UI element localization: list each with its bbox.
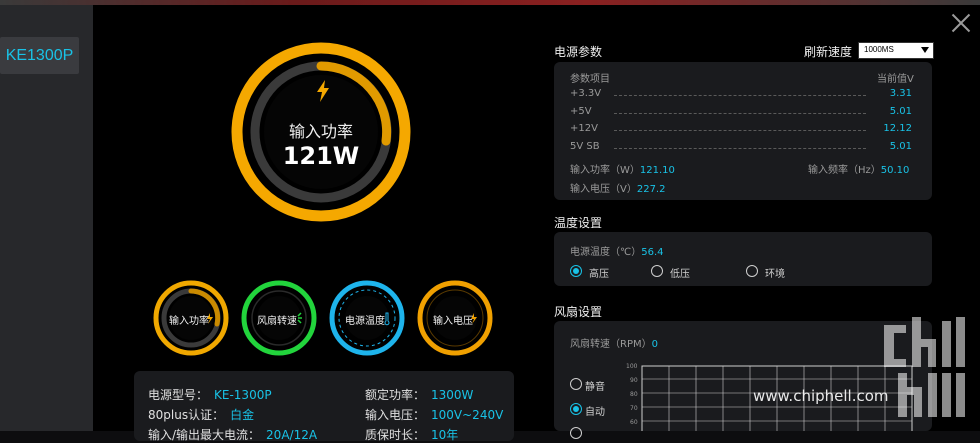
rated-power-row: 额定功率： 1300W: [365, 386, 473, 403]
fan-curve-y-tick: 100: [626, 363, 638, 370]
temp-option-low-radio[interactable]: [651, 265, 663, 277]
bolt-icon: [317, 80, 329, 102]
temp-option-ambient-radio[interactable]: [746, 265, 758, 277]
param-value: 12.12: [883, 123, 912, 134]
cert-row: 80plus认证： 白金: [148, 406, 254, 423]
dashed-divider: [614, 148, 866, 149]
temp-option-high-label: 高压: [589, 269, 609, 280]
fan-settings-title: 风扇设置: [554, 305, 603, 319]
input-freq-readout: 输入频率（Hz）50.10: [808, 161, 909, 176]
mini-gauge-psu-temp-label: 电源温度: [345, 316, 385, 327]
temp-settings-panel: [554, 232, 932, 286]
fan-curve-y-tick: 70: [630, 405, 638, 412]
refresh-speed-select[interactable]: 1000MS: [858, 42, 934, 59]
warranty-label: 质保时长：: [365, 428, 426, 442]
main-gauge-label: 输入功率: [288, 122, 353, 141]
fan-curve-y-tick: 80: [630, 391, 638, 398]
power-params-title: 电源参数: [554, 45, 603, 59]
fan-curve-y-tick: 90: [630, 377, 638, 384]
close-icon[interactable]: [951, 13, 971, 33]
cert-value: 白金: [230, 408, 255, 422]
input-freq-value: 50.10: [880, 165, 910, 176]
temp-settings-title: 温度设置: [554, 216, 603, 230]
mini-gauge-fan-speed-label: 风扇转速: [257, 316, 297, 327]
param-name: +3.3V: [570, 88, 602, 99]
input-freq-label: 输入频率（Hz）: [808, 165, 881, 176]
main-gauge-value: 121W: [282, 142, 360, 170]
fan-mode-manual-radio[interactable]: [570, 427, 582, 439]
input-voltage-range-label: 输入电压：: [365, 408, 426, 422]
fan-mode-silent-radio[interactable]: [570, 378, 582, 390]
fan-speed-value: 0: [651, 339, 658, 350]
fan-speed-readout: 风扇转速（RPM）0: [570, 335, 658, 350]
temp-option-ambient-label: 环境: [765, 269, 785, 280]
input-power-value: 121.10: [639, 165, 675, 176]
cert-label: 80plus认证：: [148, 408, 225, 422]
mini-gauge-input-power-label: 输入功率: [169, 316, 209, 327]
warranty-row: 质保时长： 10年: [365, 426, 458, 443]
temp-option-low-label: 低压: [670, 269, 690, 280]
psu-temp-readout: 电源温度（℃）56.4: [570, 243, 664, 258]
param-row-3v3: +3.3V 3.31: [570, 88, 912, 102]
dashed-divider: [614, 95, 866, 96]
temp-option-high-radio[interactable]: [570, 265, 582, 277]
max-current-row: 输入/输出最大电流： 20A/12A: [148, 426, 317, 443]
input-power-label: 输入功率（W）: [570, 165, 640, 176]
mini-gauge-input-voltage-label: 输入电压: [433, 316, 473, 327]
fan-mode-auto-label: 自动: [585, 407, 605, 418]
fan-speed-label: 风扇转速（RPM）: [570, 339, 652, 350]
input-voltage-range-value: 100V~240V: [431, 408, 504, 422]
param-row-12v: +12V 12.12: [570, 123, 912, 137]
device-tab-ke1300p[interactable]: KE1300P: [0, 37, 79, 74]
input-voltage-readout: 输入电压（V）227.2: [570, 180, 665, 195]
col-current-header: 当前值V: [877, 74, 914, 85]
rated-power-value: 1300W: [431, 388, 474, 402]
psu-temp-value: 56.4: [641, 247, 664, 258]
input-voltage-range-row: 输入电压： 100V~240V: [365, 406, 503, 423]
psu-temp-label: 电源温度（℃）: [570, 247, 642, 258]
max-current-label: 输入/输出最大电流：: [148, 428, 261, 442]
input-power-readout: 输入功率（W）121.10: [570, 161, 675, 176]
warranty-value: 10年: [431, 428, 459, 442]
model-label: 电源型号：: [148, 388, 209, 402]
param-name: +12V: [570, 123, 598, 134]
param-name: +5V: [570, 106, 592, 117]
param-row-5v: +5V 5.01: [570, 106, 912, 120]
dashed-divider: [614, 113, 866, 114]
param-row-5vsb: 5V SB 5.01: [570, 141, 912, 155]
fan-curve-y-tick: 60: [630, 419, 638, 426]
model-value: KE-1300P: [214, 388, 272, 402]
dashed-divider: [614, 130, 866, 131]
rated-power-label: 额定功率：: [365, 388, 426, 402]
chiphell-watermark-text: www.chiphell.com: [753, 387, 889, 405]
fan-mode-silent-label: 静音: [585, 382, 605, 393]
sidebar: KE1300P: [0, 5, 93, 431]
refresh-speed-label: 刷新速度: [804, 45, 853, 59]
model-row: 电源型号： KE-1300P: [148, 386, 272, 403]
param-value: 5.01: [889, 141, 912, 152]
fan-mode-auto-radio[interactable]: [570, 403, 582, 415]
input-voltage-value: 227.2: [636, 184, 666, 195]
refresh-speed-value: 1000MS: [864, 45, 894, 54]
col-item-header: 参数项目: [570, 74, 610, 85]
input-voltage-label: 输入电压（V）: [570, 184, 637, 195]
param-name: 5V SB: [570, 141, 600, 152]
param-value: 5.01: [889, 106, 912, 117]
max-current-value: 20A/12A: [266, 428, 318, 442]
param-value: 3.31: [889, 88, 912, 99]
chevron-down-icon: [921, 47, 929, 53]
